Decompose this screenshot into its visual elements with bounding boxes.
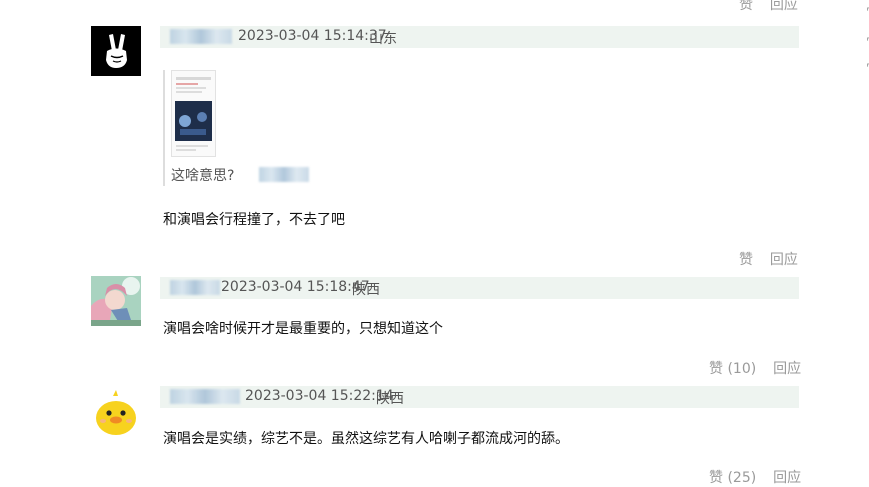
- like-button[interactable]: 赞: [739, 0, 753, 14]
- reply-button[interactable]: 回应: [770, 0, 798, 14]
- comment-actions: 赞 (25) 回应: [709, 467, 801, 487]
- avatar[interactable]: [91, 26, 141, 76]
- comment-actions: 赞 回应: [739, 249, 798, 269]
- username[interactable]: [170, 29, 232, 44]
- comment-text: 和演唱会行程撞了，不去了吧: [163, 212, 345, 228]
- quote-bar: [163, 70, 165, 186]
- comment-text: 演唱会是实绩，综艺不是。虽然这综艺有人哈喇子都流成河的舔。: [163, 431, 569, 447]
- comment-meta: 2023-03-04 15:18:47 陕西: [160, 277, 799, 299]
- location: 山东: [369, 31, 397, 47]
- like-button[interactable]: 赞 (25): [709, 467, 756, 487]
- comment-meta: 2023-03-04 15:14:37 山东: [160, 26, 799, 48]
- username[interactable]: [170, 280, 220, 295]
- prev-comment-actions: 赞 回应: [739, 0, 798, 14]
- location: 陕西: [352, 282, 380, 298]
- username[interactable]: [170, 389, 240, 404]
- anime-girl-icon: [91, 276, 141, 326]
- timestamp: 2023-03-04 15:22:14: [245, 388, 394, 404]
- avatar[interactable]: [91, 386, 141, 436]
- quote-author[interactable]: [259, 167, 309, 182]
- quote-image[interactable]: [171, 70, 216, 157]
- phone-screenshot-thumbnail: [172, 71, 215, 156]
- like-button[interactable]: 赞: [739, 249, 753, 269]
- peace-hand-icon: [91, 26, 141, 76]
- yellow-duck-icon: [91, 386, 141, 436]
- like-button[interactable]: 赞 (10): [709, 358, 756, 378]
- reply-button[interactable]: 回应: [773, 467, 801, 487]
- timestamp: 2023-03-04 15:14:37: [238, 28, 387, 44]
- location: 陕西: [376, 391, 404, 407]
- comment-actions: 赞 (10) 回应: [709, 358, 801, 378]
- timestamp: 2023-03-04 15:18:47: [221, 279, 370, 295]
- reply-button[interactable]: 回应: [773, 358, 801, 378]
- quote-text: 这啥意思?: [171, 168, 235, 184]
- reply-button[interactable]: 回应: [770, 249, 798, 269]
- avatar[interactable]: [91, 276, 141, 326]
- comment-meta: 2023-03-04 15:22:14 陕西: [160, 386, 799, 408]
- comment-text: 演唱会啥时候开才是最重要的，只想知道这个: [163, 321, 443, 337]
